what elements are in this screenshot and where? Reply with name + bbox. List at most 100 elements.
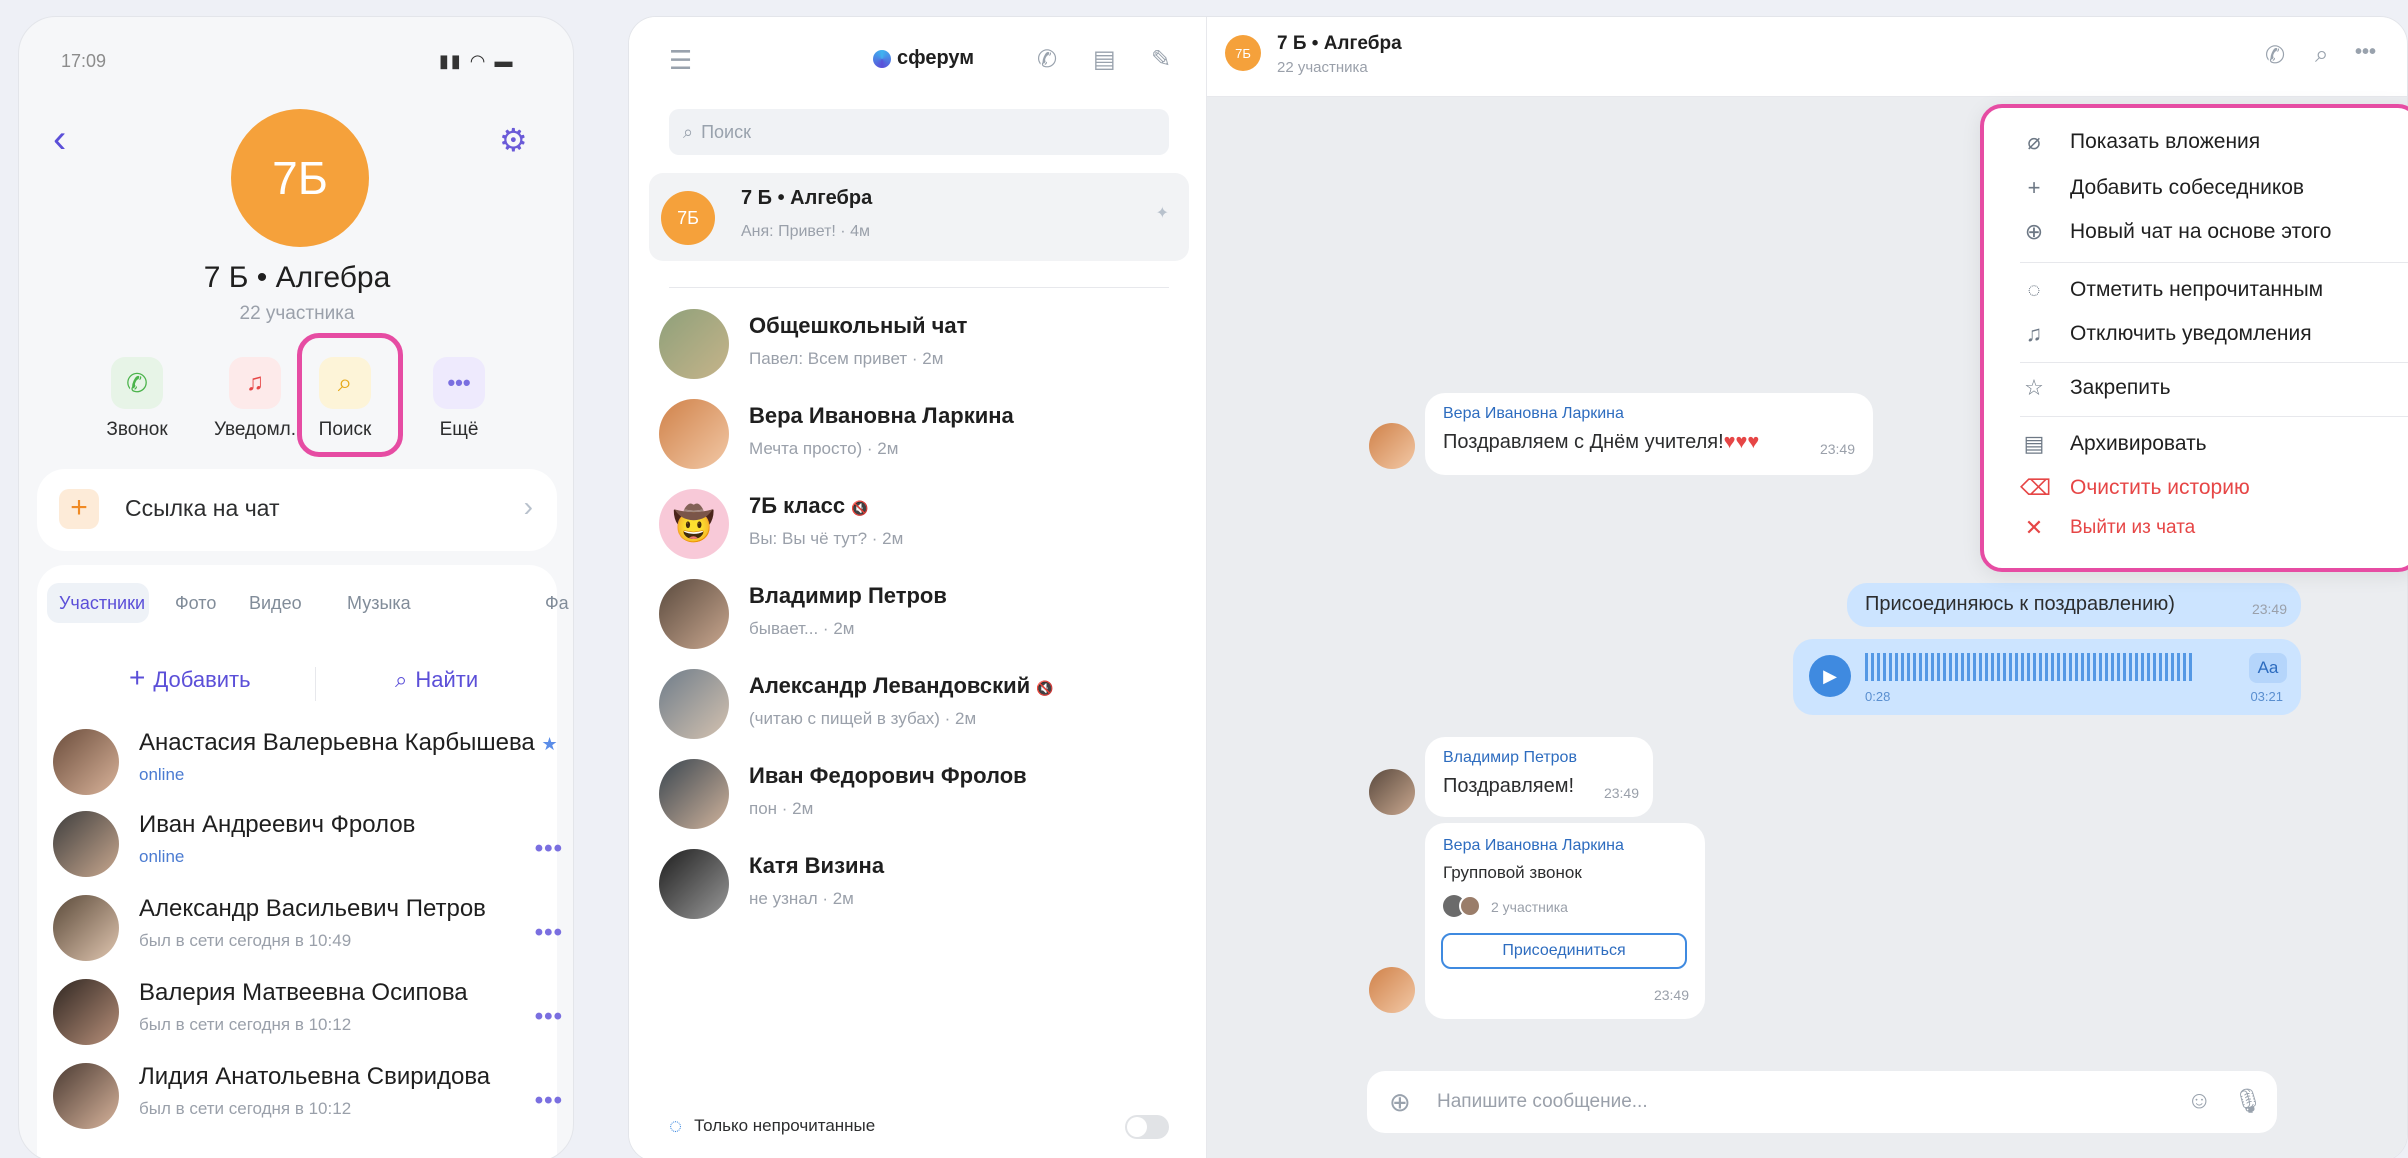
divider: [315, 667, 316, 701]
add-member-label: Добавить: [153, 667, 251, 692]
settings-icon[interactable]: ⚙: [499, 121, 528, 159]
menu-archive[interactable]: ▤ Архивировать: [2020, 426, 2207, 462]
member-row[interactable]: Иван Андреевич Фролов online •••: [53, 805, 563, 885]
add-call-icon[interactable]: ✆: [1037, 45, 1057, 74]
menu-label: Архивировать: [2070, 432, 2207, 455]
chat-item[interactable]: Вера Ивановна Ларкина Мечта просто) · 2м: [649, 389, 1189, 477]
avatar: [659, 309, 729, 379]
tab-photo[interactable]: Фото: [175, 593, 216, 614]
chat-title: 7 Б • Алгебра: [1277, 33, 1402, 54]
microphone-icon[interactable]: 🎙: [2233, 1087, 2263, 1116]
more-icon[interactable]: •••: [535, 835, 563, 863]
trash-icon: ⌫: [2020, 475, 2052, 500]
menu-add-members[interactable]: + Добавить собеседников: [2020, 170, 2305, 206]
message-input[interactable]: Напишите сообщение...: [1437, 1091, 1648, 1113]
chat-item-selected[interactable]: 7Б 7 Б • Алгебра Аня: Привет! · 4м ✦: [649, 173, 1189, 261]
avatar: [53, 729, 119, 795]
menu-clear-history[interactable]: ⌫ Очистить историю: [2020, 470, 2250, 506]
chat-link-row[interactable]: + Ссылка на чат ›: [37, 469, 557, 551]
avatar: [1369, 769, 1415, 815]
chat-preview: Павел: Всем привет · 2м: [749, 349, 944, 368]
more-icon[interactable]: •••: [535, 1087, 563, 1115]
chat-item[interactable]: Общешкольный чат Павел: Всем привет · 2м: [649, 299, 1189, 387]
back-icon[interactable]: ‹: [53, 117, 66, 162]
avatar: 🤠: [659, 489, 729, 559]
notifications-button[interactable]: ♫: [229, 357, 281, 409]
divider: [2020, 362, 2408, 363]
play-icon[interactable]: ▶: [1809, 655, 1851, 697]
tab-video[interactable]: Видео: [249, 593, 302, 614]
phone-icon: ✆: [126, 367, 148, 398]
chat-name: Катя Визина: [749, 853, 885, 878]
plus-icon: +: [59, 489, 99, 529]
menu-mute[interactable]: ♫ Отключить уведомления: [2020, 316, 2312, 352]
menu-new-chat[interactable]: ⊕ Новый чат на основе этого: [2020, 214, 2332, 250]
member-row[interactable]: Анастасия Валерьевна Карбышева ★ online: [53, 723, 563, 803]
group-title: 7 Б • Алгебра: [203, 261, 391, 294]
find-member-label: Найти: [415, 667, 479, 692]
chat-item[interactable]: 🤠 7Б класс 🔇 Вы: Вы чё тут? · 2м: [649, 479, 1189, 567]
chat-name: 7Б класс: [749, 493, 846, 518]
avatar: [659, 849, 729, 919]
menu-label: Показать вложения: [2070, 130, 2261, 153]
search-icon[interactable]: ⌕: [2315, 41, 2328, 69]
transcribe-button[interactable]: Aa: [2249, 653, 2287, 683]
chat-name: Иван Федорович Фролов: [749, 763, 1027, 788]
voice-waveform[interactable]: [1865, 653, 2195, 681]
chat-name: Вера Ивановна Ларкина: [749, 403, 1014, 428]
composer[interactable]: ⊕ Напишите сообщение... ☺ 🎙: [1367, 1071, 2277, 1133]
logo-icon: [873, 49, 891, 68]
find-member-button[interactable]: ⌕ Найти: [395, 667, 478, 693]
more-icon[interactable]: •••: [2355, 41, 2376, 64]
attach-icon[interactable]: ⊕: [1389, 1087, 1411, 1118]
voice-message: ▶ 0:28 03:21 Aa: [1793, 639, 2301, 715]
menu-leave-chat[interactable]: ✕ Выйти из чата: [2020, 510, 2195, 546]
emoji-icon[interactable]: ☺: [2187, 1087, 2212, 1115]
message-bubble: Владимир Петров Поздравляем! 23:49: [1425, 737, 1653, 817]
chat-item[interactable]: Владимир Петров бывает... · 2м: [649, 569, 1189, 657]
compose-icon[interactable]: ✎: [1151, 45, 1171, 74]
member-row[interactable]: Валерия Матвеевна Осипова был в сети сег…: [53, 973, 563, 1053]
add-member-button[interactable]: + Добавить: [129, 664, 251, 693]
unread-icon: ◌: [669, 1113, 683, 1138]
chat-context-menu: ⌀ Показать вложения + Добавить собеседнико…: [1980, 104, 2408, 572]
chat-header: 7Б 7 Б • Алгебра 22 участника ✆ ⌕ •••: [1207, 17, 2407, 97]
member-row[interactable]: Александр Васильевич Петров был в сети с…: [53, 889, 563, 969]
avatar: [659, 669, 729, 739]
tab-files[interactable]: Фа: [545, 593, 569, 614]
search-input[interactable]: ⌕ Поиск: [669, 109, 1169, 155]
more-icon[interactable]: •••: [535, 1003, 563, 1031]
call-button[interactable]: ✆: [111, 357, 163, 409]
more-button[interactable]: •••: [433, 357, 485, 409]
unread-label: Только непрочитанные: [694, 1116, 876, 1135]
new-chat-icon: ⊕: [2024, 219, 2044, 244]
pin-icon: ✦: [1155, 205, 1169, 222]
menu-pin[interactable]: ☆ Закрепить: [2020, 370, 2170, 406]
tab-members[interactable]: Участники: [59, 593, 145, 614]
chat-item[interactable]: Александр Левандовский 🔇 (читаю с пищей …: [649, 659, 1189, 747]
message-time: 23:49: [1653, 987, 1689, 1003]
chat-preview: бывает... · 2м: [749, 619, 855, 638]
exit-icon: ✕: [2024, 515, 2044, 540]
group-members-count: 22 участника: [239, 303, 355, 324]
member-row[interactable]: Лидия Анатольевна Свиридова был в сети с…: [53, 1057, 563, 1137]
tab-music[interactable]: Музыка: [347, 593, 411, 614]
join-call-button[interactable]: Присоединиться: [1441, 933, 1687, 969]
archive-icon[interactable]: ▤: [1093, 45, 1116, 74]
phone-icon[interactable]: ✆: [2265, 41, 2285, 70]
avatar: [659, 399, 729, 469]
menu-label: Очистить историю: [2070, 476, 2250, 499]
call-message: Вера Ивановна Ларкина Групповой звонок 2…: [1425, 823, 1705, 1019]
unread-icon: ◌: [2027, 277, 2041, 302]
menu-mark-unread[interactable]: ◌ Отметить непрочитанным: [2020, 272, 2323, 308]
divider: [2020, 416, 2408, 417]
menu-show-attachments[interactable]: ⌀ Показать вложения: [2020, 124, 2260, 160]
more-icon[interactable]: •••: [535, 919, 563, 947]
chat-item[interactable]: Катя Визина не узнал · 2м: [649, 839, 1189, 927]
menu-icon[interactable]: ☰: [669, 45, 692, 76]
more-icon: •••: [447, 370, 471, 395]
mute-icon: 🔇: [1036, 680, 1054, 696]
unread-toggle[interactable]: [1125, 1115, 1169, 1139]
chat-item[interactable]: Иван Федорович Фролов пон · 2м: [649, 749, 1189, 837]
member-status: online: [139, 765, 185, 784]
